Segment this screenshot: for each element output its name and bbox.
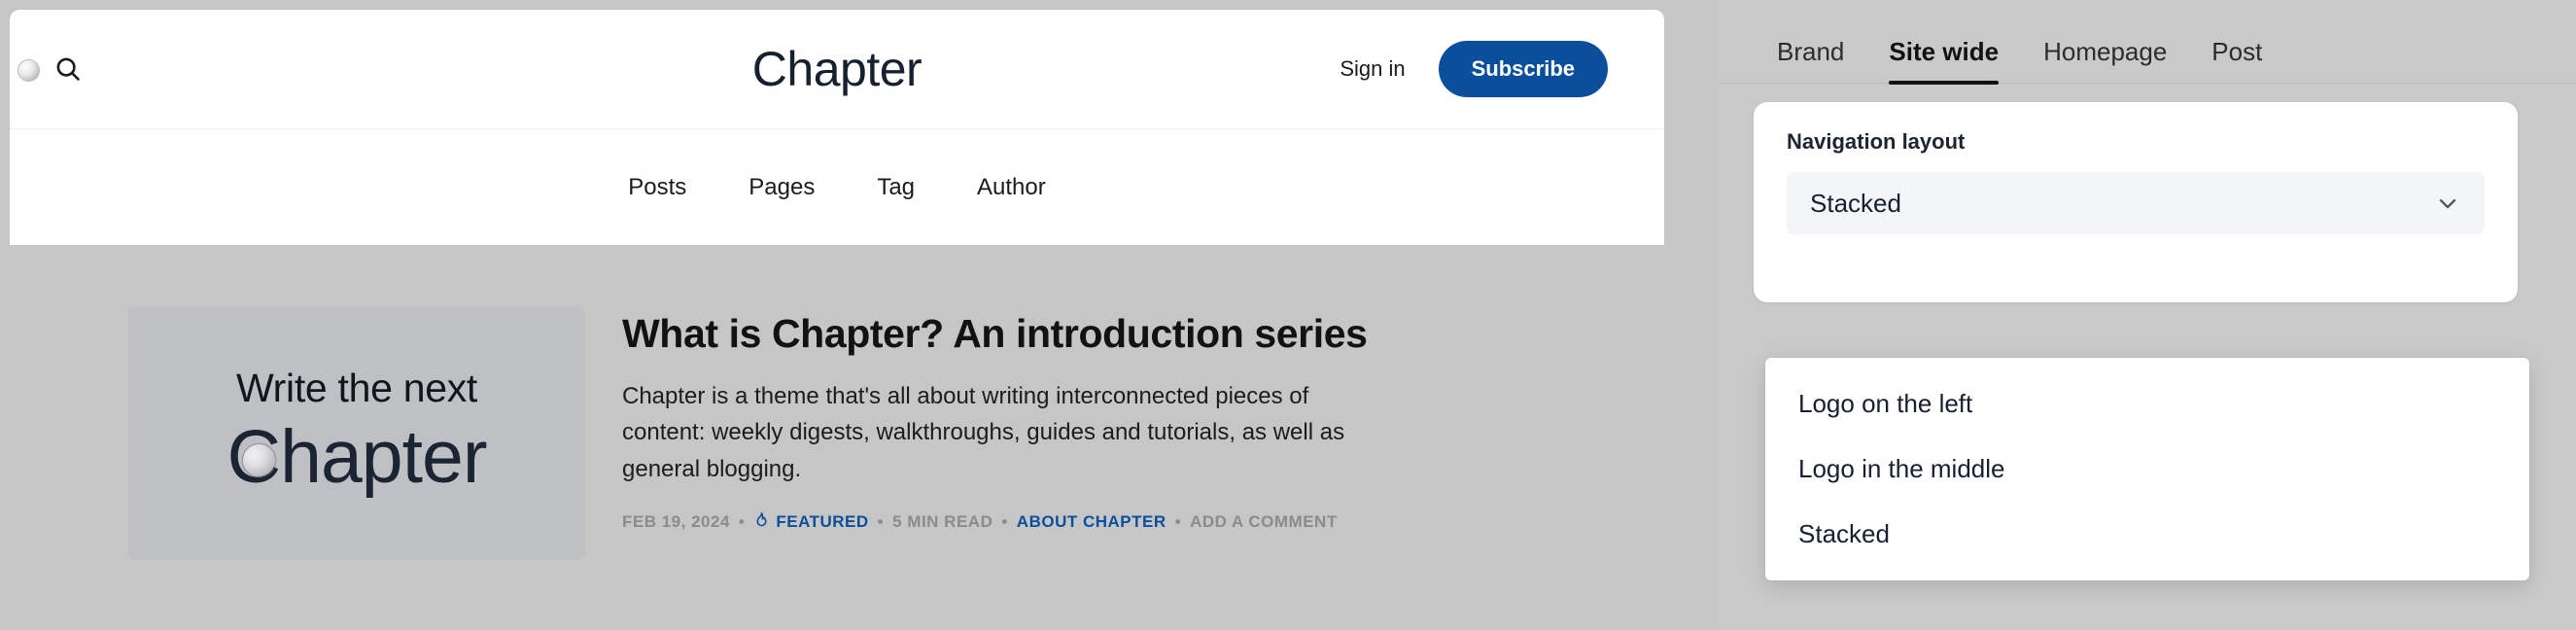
nav-item-author[interactable]: Author: [969, 170, 1054, 205]
post-excerpt: Chapter is a theme that's all about writ…: [622, 383, 1345, 482]
dropdown-option-logo-middle[interactable]: Logo in the middle: [1765, 437, 2529, 502]
post-list: Write the next Chapter What is Chapter? …: [10, 245, 1664, 560]
search-icon: [53, 54, 83, 84]
featured-label: FEATURED: [776, 511, 869, 531]
tab-brand[interactable]: Brand: [1777, 37, 1844, 83]
header-top-row: Chapter Sign in Subscribe: [10, 10, 1664, 129]
search-button[interactable]: [45, 46, 91, 92]
site-navigation: Posts Pages Tag Author: [10, 129, 1664, 245]
chevron-down-icon: [2434, 190, 2461, 217]
site-header: Chapter Sign in Subscribe Posts Pages Ta…: [10, 10, 1664, 245]
post-title[interactable]: What is Chapter? An introduction series: [622, 311, 1368, 357]
post-date: FEB 19, 2024: [622, 511, 730, 531]
header-actions: Sign in Subscribe: [1340, 41, 1637, 97]
subscribe-button[interactable]: Subscribe: [1438, 41, 1608, 97]
post-tag-link[interactable]: ABOUT CHAPTER: [1017, 512, 1166, 532]
read-time: 5 MIN READ: [892, 511, 993, 531]
logo-orb-icon: [18, 60, 39, 81]
nav-item-posts[interactable]: Posts: [620, 170, 694, 205]
tab-homepage[interactable]: Homepage: [2043, 37, 2167, 83]
thumbnail-orb-icon: [242, 444, 275, 477]
post-body: What is Chapter? An introduction series …: [622, 307, 1368, 560]
meta-separator: •: [1001, 511, 1008, 531]
meta-separator: •: [738, 511, 746, 531]
navigation-layout-label: Navigation layout: [1787, 129, 1966, 154]
nav-item-tag[interactable]: Tag: [869, 170, 922, 205]
add-comment-link[interactable]: ADD A COMMENT: [1190, 512, 1338, 532]
settings-tabs: Brand Site wide Homepage Post: [1719, 37, 2576, 85]
dropdown-option-stacked[interactable]: Stacked: [1765, 502, 2529, 567]
site-logo-text: Chapter: [751, 42, 922, 96]
flame-icon: [753, 510, 770, 534]
navigation-layout-select[interactable]: Stacked: [1787, 172, 2485, 234]
post-thumbnail[interactable]: Write the next Chapter: [128, 307, 585, 560]
dropdown-option-logo-left[interactable]: Logo on the left: [1765, 371, 2529, 437]
nav-item-pages[interactable]: Pages: [741, 170, 822, 205]
post-meta: FEB 19, 2024 • FEATURED • 5 MIN READ • A…: [622, 510, 1368, 534]
app-root: Chapter Sign in Subscribe Posts Pages Ta…: [0, 0, 2576, 630]
featured-badge: FEATURED: [753, 510, 868, 534]
card-bottom-spacer: [1787, 234, 2485, 269]
thumbnail-line-2: Chapter: [227, 414, 488, 501]
tab-post[interactable]: Post: [2211, 37, 2262, 83]
post-card[interactable]: Write the next Chapter What is Chapter? …: [10, 307, 1664, 560]
meta-separator: •: [1174, 511, 1182, 531]
theme-preview-pane: Chapter Sign in Subscribe Posts Pages Ta…: [0, 0, 1719, 630]
site-preview-frame: Chapter Sign in Subscribe Posts Pages Ta…: [10, 10, 1664, 630]
navigation-layout-value: Stacked: [1810, 188, 1901, 218]
thumbnail-line-1: Write the next: [236, 366, 477, 411]
navigation-layout-dropdown: Logo on the left Logo in the middle Stac…: [1765, 358, 2529, 580]
sign-in-link[interactable]: Sign in: [1340, 56, 1405, 82]
navigation-layout-card: Navigation layout Stacked: [1754, 102, 2518, 302]
tab-site-wide[interactable]: Site wide: [1889, 37, 1999, 85]
meta-separator: •: [877, 511, 885, 531]
